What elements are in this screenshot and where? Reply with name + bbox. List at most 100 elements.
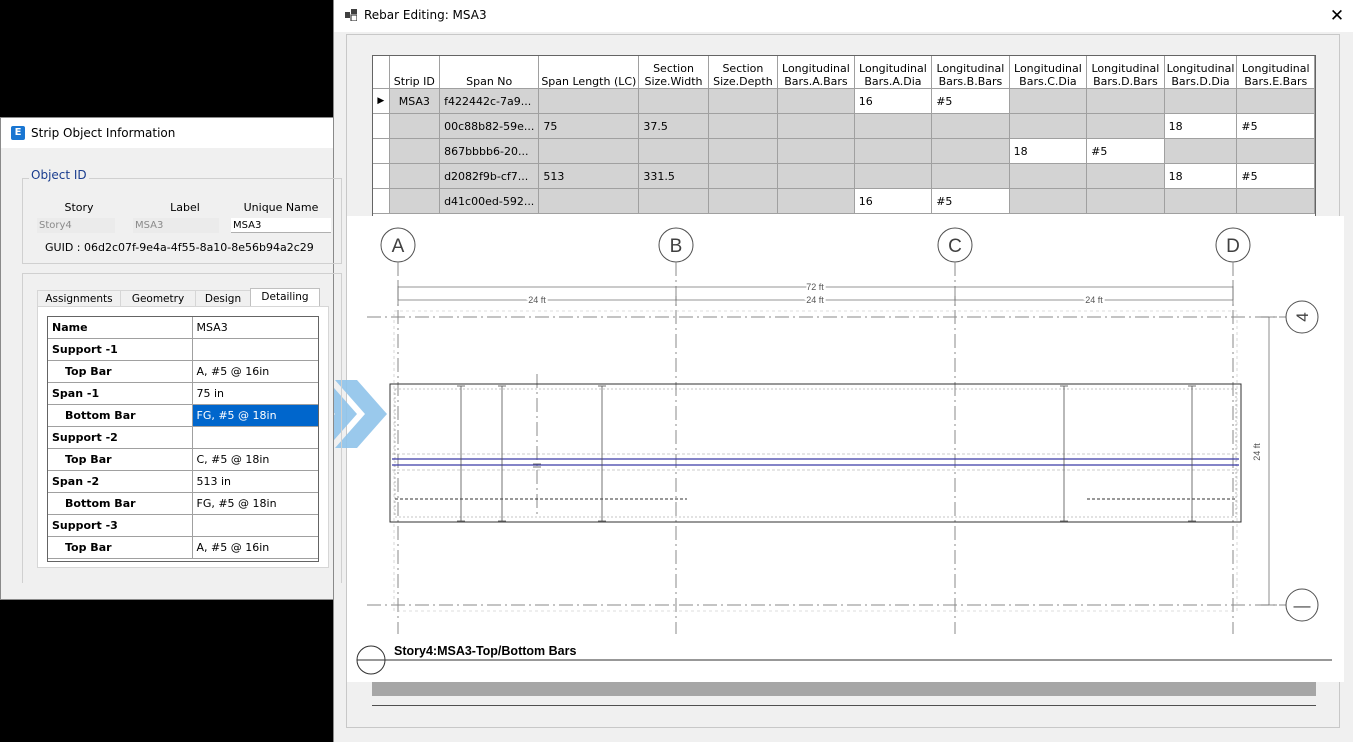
column-header[interactable]: Longitudinal Bars.E.Bars (1236, 56, 1315, 89)
strip-window-titlebar[interactable]: E Strip Object Information (1, 118, 333, 148)
table-row[interactable]: 867bbbb6-20... 18 #5 (373, 138, 1315, 164)
table-cell[interactable]: #5 (931, 188, 1010, 214)
rebar-data-grid[interactable]: Strip ID Span No Span Length (LC) Section Si… (372, 55, 1316, 217)
table-cell[interactable] (777, 88, 855, 114)
table-cell[interactable] (538, 188, 640, 214)
table-cell[interactable] (1086, 88, 1165, 114)
table-cell[interactable] (777, 188, 855, 214)
table-cell[interactable] (931, 138, 1010, 164)
column-header[interactable]: Span No (439, 56, 540, 89)
table-row[interactable]: ▶ MSA3 f422442c-7a9... 16 #5 (373, 88, 1315, 114)
table-cell[interactable]: 18 (1164, 113, 1238, 139)
table-cell[interactable] (638, 138, 709, 164)
table-cell[interactable]: 331.5 (638, 163, 709, 189)
table-cell[interactable] (1086, 163, 1165, 189)
property-value[interactable]: 75 in (192, 382, 318, 405)
property-row[interactable]: Top Bar A, #5 @ 16in (48, 360, 318, 383)
table-cell[interactable]: 18 (1164, 163, 1238, 189)
tab-assignments[interactable]: Assignments (37, 290, 121, 307)
rebar-window-titlebar[interactable]: Rebar Editing: MSA3 ✕ (334, 0, 1353, 32)
table-cell[interactable] (777, 163, 855, 189)
table-cell[interactable] (931, 113, 1010, 139)
table-cell[interactable] (1009, 188, 1088, 214)
table-cell[interactable] (708, 88, 779, 114)
table-cell[interactable] (638, 188, 709, 214)
table-cell[interactable] (708, 138, 779, 164)
table-row[interactable]: d2082f9b-cf7... 513 331.5 18 #5 (373, 163, 1315, 189)
tab-geometry[interactable]: Geometry (120, 290, 196, 307)
table-cell[interactable] (1164, 138, 1238, 164)
property-value[interactable] (192, 514, 318, 537)
tab-detailing[interactable]: Detailing (250, 288, 320, 308)
table-cell[interactable] (1086, 188, 1165, 214)
property-row[interactable]: Support -3 (48, 514, 318, 537)
table-cell[interactable] (1236, 138, 1315, 164)
column-header[interactable]: Span Length (LC) (538, 56, 640, 89)
table-cell[interactable] (1164, 188, 1238, 214)
column-header[interactable]: Section Size.Depth (708, 56, 779, 89)
row-selector[interactable] (373, 113, 390, 139)
close-icon[interactable]: ✕ (1326, 5, 1348, 27)
table-cell[interactable]: #5 (1236, 113, 1315, 139)
property-value[interactable]: FG, #5 @ 18in (192, 492, 318, 515)
row-selector[interactable]: ▶ (373, 88, 390, 114)
column-header[interactable]: Longitudinal Bars.B.Bars (931, 56, 1010, 89)
column-header[interactable]: Longitudinal Bars.A.Bars (777, 56, 855, 89)
unique-name-field[interactable]: MSA3 (231, 218, 331, 233)
property-row[interactable]: Bottom Bar FG, #5 @ 18in (48, 404, 318, 427)
table-cell[interactable] (708, 113, 779, 139)
property-row[interactable]: Top Bar A, #5 @ 16in (48, 536, 318, 559)
table-cell[interactable]: 513 (538, 163, 640, 189)
table-cell[interactable]: 00c88b82-59e... (439, 113, 540, 139)
row-selector[interactable] (373, 188, 390, 214)
table-cell[interactable] (854, 163, 933, 189)
table-cell[interactable] (708, 188, 779, 214)
column-header[interactable]: Section Size.Width (638, 56, 709, 89)
column-header[interactable]: Longitudinal Bars.C.Dia (1009, 56, 1088, 89)
table-cell[interactable]: 16 (854, 88, 933, 114)
property-value[interactable]: FG, #5 @ 18in (192, 404, 318, 427)
table-cell[interactable]: d2082f9b-cf7... (439, 163, 540, 189)
table-cell[interactable] (1009, 163, 1088, 189)
table-cell[interactable]: #5 (1236, 163, 1315, 189)
property-value[interactable]: C, #5 @ 18in (192, 448, 318, 471)
table-cell[interactable]: 18 (1009, 138, 1088, 164)
rebar-drawing-canvas[interactable]: ABCD 72 ft 24 ft 24 ft 24 ft 24 ft 4 — S… (347, 216, 1344, 682)
table-cell[interactable] (1009, 113, 1088, 139)
table-cell[interactable]: 867bbbb6-20... (439, 138, 540, 164)
table-cell[interactable] (538, 138, 640, 164)
column-header[interactable]: Longitudinal Bars.A.Dia (854, 56, 933, 89)
table-cell[interactable] (389, 113, 441, 139)
table-cell[interactable]: d41c00ed-592... (439, 188, 540, 214)
row-selector[interactable] (373, 163, 390, 189)
table-cell[interactable] (389, 188, 441, 214)
table-cell[interactable] (538, 88, 640, 114)
property-row[interactable]: Top Bar C, #5 @ 18in (48, 448, 318, 471)
tab-design[interactable]: Design (195, 290, 251, 307)
table-cell[interactable]: #5 (1086, 138, 1165, 164)
table-cell[interactable] (1009, 88, 1088, 114)
property-value[interactable]: A, #5 @ 16in (192, 360, 318, 383)
property-value[interactable] (192, 426, 318, 449)
table-row[interactable]: d41c00ed-592... 16 #5 (373, 188, 1315, 214)
table-cell[interactable] (1236, 188, 1315, 214)
table-row[interactable]: 00c88b82-59e... 75 37.5 18 #5 (373, 113, 1315, 139)
property-value[interactable]: A, #5 @ 16in (192, 536, 318, 559)
table-cell[interactable] (1086, 113, 1165, 139)
property-row[interactable]: Support -1 (48, 338, 318, 361)
column-header[interactable]: Longitudinal Bars.D.Bars (1086, 56, 1165, 89)
column-header[interactable]: Strip ID (389, 56, 441, 89)
table-cell[interactable]: f422442c-7a9... (439, 88, 540, 114)
table-cell[interactable]: 37.5 (638, 113, 709, 139)
property-row[interactable]: Span -1 75 in (48, 382, 318, 405)
detailing-property-grid[interactable]: Name MSA3 Support -1 Top Bar A, #5 @ 16in Spa… (47, 316, 319, 562)
table-cell[interactable] (708, 163, 779, 189)
table-cell[interactable] (389, 138, 441, 164)
table-cell[interactable] (777, 113, 855, 139)
table-cell[interactable] (854, 113, 933, 139)
property-row[interactable]: Name MSA3 (48, 317, 318, 339)
table-cell[interactable]: 16 (854, 188, 933, 214)
table-cell[interactable]: 75 (538, 113, 640, 139)
property-row[interactable]: Span -2 513 in (48, 470, 318, 493)
table-cell[interactable] (931, 163, 1010, 189)
